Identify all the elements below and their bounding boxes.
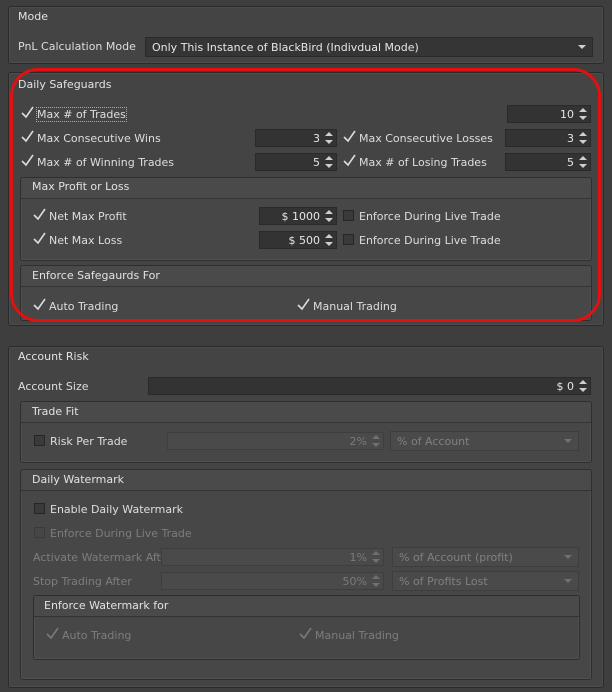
enforce-safeguards-title: Enforce Safegaurds For — [32, 269, 160, 282]
risk-unit-value: % of Account — [397, 435, 470, 448]
stop-unit-value: % of Profits Lost — [399, 575, 488, 588]
enforce-live-watermark-checkbox[interactable] — [34, 527, 45, 538]
account-size-stepper[interactable]: $ 0 — [148, 377, 591, 395]
max-losing-checkbox[interactable] — [343, 154, 356, 168]
stop-trading-stepper[interactable]: 50% — [161, 572, 384, 590]
activate-watermark-value: 1% — [349, 551, 367, 564]
mode-title: Mode — [18, 10, 48, 23]
max-cons-losses-label: Max Consecutive Losses — [359, 132, 493, 145]
max-trades-checkbox[interactable] — [21, 106, 34, 120]
net-max-loss-checkbox[interactable] — [33, 232, 46, 246]
spinner-arrows-icon[interactable] — [323, 209, 335, 223]
account-size-label: Account Size — [18, 380, 89, 393]
activate-unit-select[interactable]: % of Account (profit) — [392, 547, 579, 567]
wm-manual-trading-checkbox[interactable] — [299, 627, 312, 641]
enforce-live-loss-checkbox[interactable] — [343, 234, 354, 245]
max-trades-value: 10 — [560, 108, 574, 121]
enable-watermark-label: Enable Daily Watermark — [50, 503, 183, 516]
spinner-arrows-icon[interactable] — [577, 107, 589, 121]
spinner-arrows-icon[interactable] — [323, 233, 335, 247]
wm-manual-trading-label: Manual Trading — [315, 629, 399, 642]
spinner-arrows-icon[interactable] — [370, 434, 382, 448]
net-max-profit-value: $ 1000 — [281, 210, 321, 223]
activate-watermark-stepper[interactable]: 1% — [161, 548, 384, 566]
stop-trading-value: 50% — [342, 575, 367, 588]
daily-safeguards-title: Daily Safeguards — [18, 78, 112, 91]
risk-per-trade-stepper[interactable]: 2% — [167, 432, 384, 450]
spinner-arrows-icon[interactable] — [323, 155, 335, 169]
risk-per-trade-value: 2% — [349, 435, 367, 448]
wm-auto-trading-label: Auto Trading — [62, 629, 132, 642]
max-trades-label: Max # of Trades — [36, 107, 127, 122]
max-trades-stepper[interactable]: 10 — [507, 105, 591, 123]
net-max-loss-stepper[interactable]: $ 500 — [259, 231, 337, 249]
account-size-value: $ 0 — [556, 380, 575, 393]
max-winning-label: Max # of Winning Trades — [37, 156, 175, 169]
chevron-down-icon — [564, 439, 572, 443]
max-cons-losses-value: 3 — [567, 132, 574, 145]
risk-per-trade-checkbox[interactable] — [34, 435, 45, 446]
net-max-loss-value: $ 500 — [288, 234, 321, 247]
net-max-profit-stepper[interactable]: $ 1000 — [259, 207, 337, 225]
spinner-arrows-icon[interactable] — [323, 131, 335, 145]
max-cons-wins-checkbox[interactable] — [21, 130, 34, 144]
max-cons-losses-checkbox[interactable] — [343, 130, 356, 144]
max-winning-checkbox[interactable] — [21, 154, 34, 168]
enforce-live-profit-checkbox[interactable] — [343, 210, 354, 221]
spinner-arrows-icon[interactable] — [577, 379, 589, 393]
auto-trading-label: Auto Trading — [49, 300, 119, 313]
max-cons-wins-stepper[interactable]: 3 — [255, 129, 337, 147]
stop-unit-select[interactable]: % of Profits Lost — [392, 571, 579, 591]
manual-trading-checkbox[interactable] — [297, 298, 310, 312]
enable-watermark-checkbox[interactable] — [34, 503, 45, 514]
pnl-mode-label: PnL Calculation Mode — [18, 40, 136, 53]
activate-watermark-label: Activate Watermark After — [33, 551, 173, 564]
chevron-down-icon — [564, 579, 572, 583]
net-max-loss-label: Net Max Loss — [49, 234, 123, 247]
enforce-live-profit-label: Enforce During Live Trade — [359, 210, 501, 223]
spinner-arrows-icon[interactable] — [370, 574, 382, 588]
net-max-profit-checkbox[interactable] — [33, 208, 46, 222]
risk-unit-select[interactable]: % of Account — [390, 431, 579, 451]
auto-trading-checkbox[interactable] — [33, 298, 46, 312]
trade-fit-title: Trade Fit — [32, 405, 79, 418]
max-winning-value: 5 — [313, 156, 320, 169]
spinner-arrows-icon[interactable] — [577, 155, 589, 169]
wm-auto-trading-checkbox[interactable] — [46, 627, 59, 641]
max-winning-stepper[interactable]: 5 — [255, 153, 337, 171]
profit-loss-title: Max Profit or Loss — [32, 180, 130, 193]
max-losing-label: Max # of Losing Trades — [359, 156, 487, 169]
pnl-mode-select[interactable]: Only This Instance of BlackBird (Indivdu… — [145, 37, 593, 57]
chevron-down-icon — [564, 555, 572, 559]
spinner-arrows-icon[interactable] — [370, 550, 382, 564]
daily-watermark-title: Daily Watermark — [32, 473, 125, 486]
net-max-profit-label: Net Max Profit — [49, 210, 127, 223]
max-losing-value: 5 — [567, 156, 574, 169]
risk-per-trade-label: Risk Per Trade — [50, 435, 128, 448]
activate-unit-value: % of Account (profit) — [399, 551, 513, 564]
enforce-live-watermark-label: Enforce During Live Trade — [50, 527, 192, 540]
account-risk-title: Account Risk — [18, 350, 89, 363]
spinner-arrows-icon[interactable] — [577, 131, 589, 145]
chevron-down-icon — [578, 45, 586, 49]
enforce-live-loss-label: Enforce During Live Trade — [359, 234, 501, 247]
max-cons-losses-stepper[interactable]: 3 — [505, 129, 591, 147]
max-cons-wins-label: Max Consecutive Wins — [37, 132, 161, 145]
manual-trading-label: Manual Trading — [313, 300, 397, 313]
max-cons-wins-value: 3 — [313, 132, 320, 145]
enforce-watermark-title: Enforce Watermark for — [44, 599, 169, 612]
stop-trading-label: Stop Trading After — [33, 575, 132, 588]
max-losing-stepper[interactable]: 5 — [505, 153, 591, 171]
pnl-mode-value: Only This Instance of BlackBird (Indivdu… — [152, 41, 419, 54]
